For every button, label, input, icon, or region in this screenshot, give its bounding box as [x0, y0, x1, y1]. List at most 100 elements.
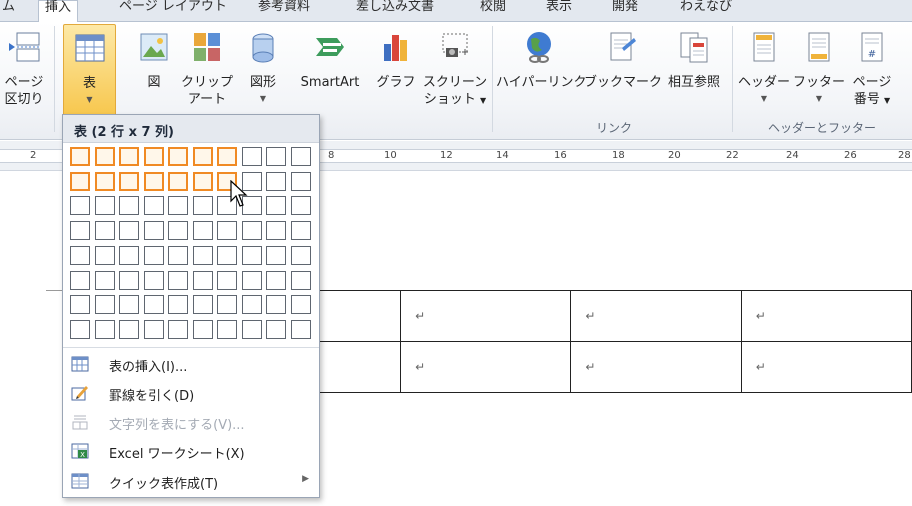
grid-cell[interactable]	[70, 196, 90, 216]
hyperlink-button[interactable]: ハイパーリンク	[496, 24, 586, 116]
grid-cell[interactable]	[94, 196, 115, 216]
grid-cell[interactable]	[241, 270, 262, 290]
clipart-button[interactable]: クリップ アート	[180, 24, 234, 116]
tab-references[interactable]: 参考資料	[258, 0, 310, 22]
grid-cell[interactable]	[94, 270, 115, 290]
grid-cell[interactable]	[168, 221, 188, 241]
grid-cell[interactable]	[168, 319, 188, 339]
bookmark-button[interactable]: ブックマーク	[584, 24, 662, 116]
grid-cell[interactable]	[266, 319, 286, 339]
grid-cell[interactable]	[290, 171, 311, 191]
grid-cell[interactable]	[168, 171, 188, 191]
grid-cell[interactable]	[192, 245, 213, 265]
tab-waenavi[interactable]: わえなび	[680, 0, 732, 22]
grid-cell[interactable]	[168, 147, 188, 166]
grid-cell[interactable]	[217, 270, 237, 290]
grid-cell[interactable]	[119, 295, 139, 315]
grid-cell[interactable]	[241, 319, 262, 339]
grid-cell[interactable]	[70, 147, 90, 166]
grid-cell[interactable]	[94, 319, 115, 339]
grid-cell[interactable]	[290, 147, 311, 166]
grid-cell[interactable]	[94, 147, 115, 166]
grid-cell[interactable]	[192, 295, 213, 315]
grid-cell[interactable]	[119, 245, 139, 265]
grid-cell[interactable]	[217, 221, 237, 241]
grid-cell[interactable]	[94, 221, 115, 241]
grid-cell[interactable]	[290, 270, 311, 290]
grid-cell[interactable]	[168, 270, 188, 290]
grid-cell[interactable]	[266, 196, 286, 216]
header-button[interactable]: ヘッダー ▼	[736, 24, 792, 116]
grid-cell[interactable]	[241, 245, 262, 265]
grid-cell[interactable]	[192, 221, 213, 241]
grid-cell[interactable]	[217, 147, 237, 166]
table-cell[interactable]: ↵	[740, 290, 912, 342]
menu-draw-table[interactable]: 罫線を引く(D)	[63, 379, 319, 407]
grid-cell[interactable]	[119, 319, 139, 339]
grid-cell[interactable]	[119, 270, 139, 290]
grid-cell[interactable]	[70, 270, 90, 290]
table-button[interactable]: 表 ▼	[63, 24, 116, 116]
grid-cell[interactable]	[241, 147, 262, 166]
tab-page-layout[interactable]: ページ レイアウト	[119, 0, 227, 22]
table-cell[interactable]: ↵	[570, 290, 742, 342]
grid-cell[interactable]	[290, 245, 311, 265]
document-table[interactable]: ↵ ↵ ↵ ↵ ↵ ↵	[229, 290, 912, 393]
shapes-button[interactable]: 図形 ▼	[238, 24, 288, 116]
grid-cell[interactable]	[119, 171, 139, 191]
grid-cell[interactable]	[168, 245, 188, 265]
grid-cell[interactable]	[290, 221, 311, 241]
grid-cell[interactable]	[143, 221, 164, 241]
grid-cell[interactable]	[143, 270, 164, 290]
grid-cell[interactable]	[168, 196, 188, 216]
table-cell[interactable]: ↵	[400, 290, 572, 342]
grid-cell[interactable]	[143, 147, 164, 166]
chart-button[interactable]: グラフ	[374, 24, 418, 116]
tab-review[interactable]: 校閲	[480, 0, 506, 22]
grid-cell[interactable]	[70, 295, 90, 315]
grid-cell[interactable]	[266, 270, 286, 290]
grid-cell[interactable]	[143, 245, 164, 265]
grid-cell[interactable]	[266, 147, 286, 166]
grid-cell[interactable]	[143, 319, 164, 339]
grid-cell[interactable]	[290, 319, 311, 339]
table-cell[interactable]: ↵	[740, 341, 912, 393]
grid-cell[interactable]	[192, 196, 213, 216]
menu-quick-tables[interactable]: クイック表作成(T) ▶	[63, 467, 319, 495]
grid-cell[interactable]	[94, 171, 115, 191]
table-cell[interactable]: ↵	[570, 341, 742, 393]
grid-cell[interactable]	[168, 295, 188, 315]
smartart-button[interactable]: SmartArt	[292, 24, 368, 116]
grid-cell[interactable]	[266, 221, 286, 241]
menu-excel-worksheet[interactable]: X Excel ワークシート(X)	[63, 437, 319, 465]
grid-cell[interactable]	[143, 171, 164, 191]
grid-cell[interactable]	[266, 245, 286, 265]
tab-home-partial[interactable]: ム	[2, 0, 15, 22]
tab-view[interactable]: 表示	[546, 0, 572, 22]
grid-cell[interactable]	[290, 295, 311, 315]
grid-cell[interactable]	[143, 196, 164, 216]
grid-cell[interactable]	[70, 319, 90, 339]
tab-insert[interactable]: 挿入	[38, 0, 79, 23]
grid-cell[interactable]	[192, 147, 213, 166]
grid-cell[interactable]	[241, 295, 262, 315]
grid-cell[interactable]	[70, 221, 90, 241]
grid-cell[interactable]	[70, 171, 90, 191]
grid-cell[interactable]	[94, 295, 115, 315]
picture-button[interactable]: 図	[132, 24, 176, 116]
grid-cell[interactable]	[143, 295, 164, 315]
grid-cell[interactable]	[192, 171, 213, 191]
grid-cell[interactable]	[119, 147, 139, 166]
screenshot-button[interactable]: スクリーン ショット ▼	[422, 24, 488, 116]
grid-cell[interactable]	[119, 221, 139, 241]
grid-cell[interactable]	[290, 196, 311, 216]
footer-button[interactable]: フッター ▼	[792, 24, 846, 116]
crossref-button[interactable]: 相互参照	[660, 24, 728, 116]
grid-cell[interactable]	[241, 221, 262, 241]
grid-cell[interactable]	[192, 319, 213, 339]
grid-cell[interactable]	[266, 171, 286, 191]
page-number-button[interactable]: # ページ 番号 ▼	[846, 24, 898, 116]
menu-insert-table[interactable]: 表の挿入(I)...	[63, 350, 319, 378]
grid-cell[interactable]	[266, 295, 286, 315]
grid-cell[interactable]	[217, 245, 237, 265]
